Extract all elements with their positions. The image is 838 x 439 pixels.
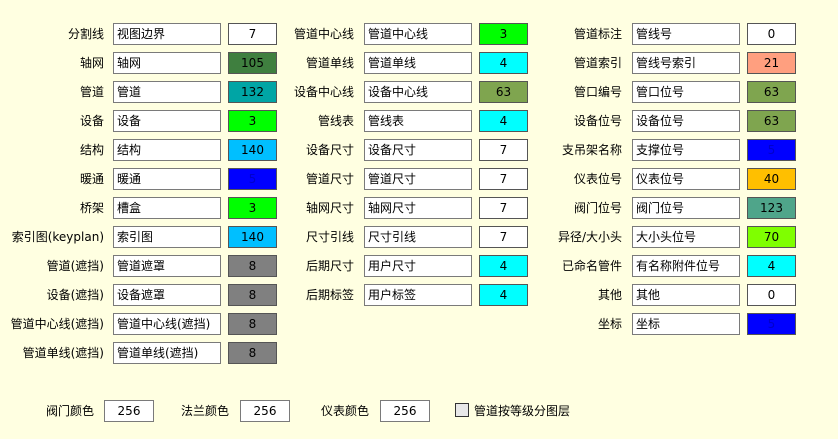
settings-row: 支吊架名称 支撑位号 5 [0,138,838,162]
settings-row: 异径/大小头 大小头位号 70 [0,225,838,249]
settings-row: 已命名管件 有名称附件位号 4 [0,254,838,278]
row-label: 坐标 [597,317,622,331]
instrument-color-input[interactable]: 256 [380,400,430,422]
settings-row: 仪表位号 仪表位号 40 [0,167,838,191]
layer-name-input[interactable]: 支撑位号 [632,139,740,161]
color-index-swatch[interactable]: 5 [747,139,796,161]
color-index-swatch[interactable]: 123 [747,197,796,219]
row-label: 异径/大小头 [557,230,622,244]
settings-row: 阀门位号 阀门位号 123 [0,196,838,220]
row-label: 管口编号 [573,85,622,99]
settings-row: 管道标注 管线号 0 [0,22,838,46]
row-label: 已命名管件 [561,259,622,273]
color-index-swatch[interactable]: 5 [747,313,796,335]
instrument-color-label: 仪表颜色 [321,404,370,418]
row-label: 管道单线(遮挡) [22,346,104,360]
layer-name-input[interactable]: 其他 [632,284,740,306]
layer-name-input[interactable]: 管道单线(遮挡) [113,342,221,364]
color-index-swatch[interactable]: 0 [747,284,796,306]
valve-color-label: 阀门颜色 [46,404,95,418]
settings-row: 坐标 坐标 5 [0,312,838,336]
layer-name-input[interactable]: 设备位号 [632,110,740,132]
settings-row: 管道索引 管线号索引 21 [0,51,838,75]
layer-name-input[interactable]: 有名称附件位号 [632,255,740,277]
bottom-color-bar: 阀门颜色 256 法兰颜色 256 仪表颜色 256 管道按等级分图层 [0,399,838,423]
flange-color-label: 法兰颜色 [181,404,230,418]
color-index-swatch[interactable]: 8 [228,342,277,364]
row-label: 阀门位号 [573,201,622,215]
color-index-swatch[interactable]: 63 [747,81,796,103]
row-label: 支吊架名称 [561,143,622,157]
settings-row: 管道单线(遮挡) 管道单线(遮挡) 8 [0,341,838,365]
layer-by-class-label: 管道按等级分图层 [474,404,571,418]
color-index-swatch[interactable]: 70 [747,226,796,248]
layer-name-input[interactable]: 管线号 [632,23,740,45]
row-label: 管道索引 [573,56,622,70]
color-index-swatch[interactable]: 4 [747,255,796,277]
flange-color-input[interactable]: 256 [240,400,290,422]
color-index-swatch[interactable]: 40 [747,168,796,190]
color-index-swatch[interactable]: 0 [747,23,796,45]
layer-name-input[interactable]: 阀门位号 [632,197,740,219]
row-label: 其他 [597,288,622,302]
color-index-swatch[interactable]: 21 [747,52,796,74]
row-label: 仪表位号 [573,172,622,186]
row-label: 管道标注 [573,27,622,41]
color-index-swatch[interactable]: 63 [747,110,796,132]
settings-row: 其他 其他 0 [0,283,838,307]
layer-name-input[interactable]: 坐标 [632,313,740,335]
layer-name-input[interactable]: 仪表位号 [632,168,740,190]
valve-color-input[interactable]: 256 [104,400,154,422]
layer-name-input[interactable]: 大小头位号 [632,226,740,248]
layer-name-input[interactable]: 管线号索引 [632,52,740,74]
layer-by-class-checkbox[interactable] [455,403,469,417]
row-label: 设备位号 [573,114,622,128]
settings-row: 设备位号 设备位号 63 [0,109,838,133]
layer-name-input[interactable]: 管口位号 [632,81,740,103]
settings-row: 管口编号 管口位号 63 [0,80,838,104]
